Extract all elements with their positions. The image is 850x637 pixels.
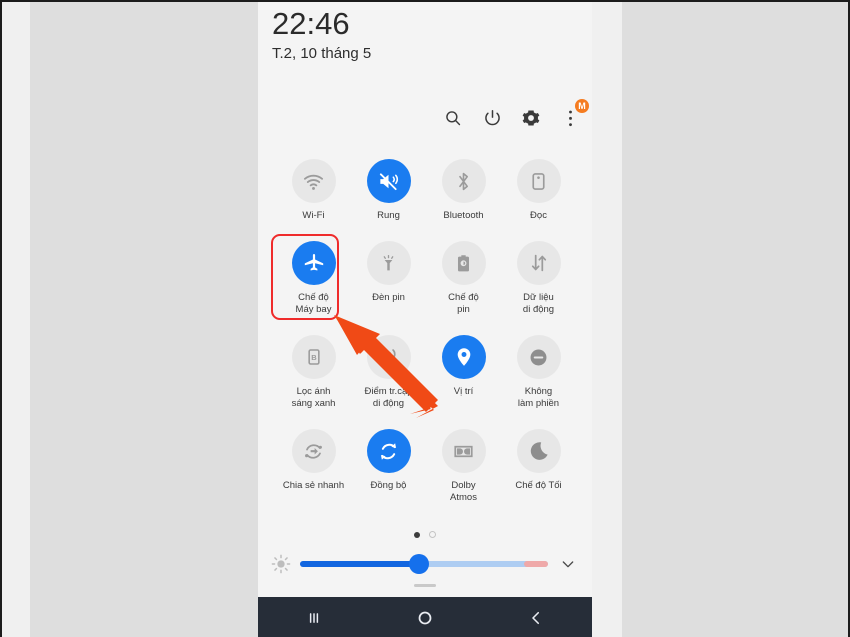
slider-extra-segment — [524, 561, 548, 567]
tile-circle — [516, 335, 561, 379]
tile-circle — [516, 159, 561, 203]
tile-circle — [516, 241, 561, 285]
tile-label: Wi-Fi — [302, 210, 325, 221]
page-indicator — [258, 531, 592, 538]
tile-label: Dữ liệu di động — [522, 292, 555, 315]
slider-thumb[interactable] — [409, 554, 430, 574]
page-dot-active[interactable] — [414, 531, 420, 538]
notification-badge: M — [575, 99, 589, 113]
tile-blue-light-filter[interactable]: B Lọc ánh sáng xanh — [276, 328, 351, 410]
panel-drag-handle[interactable] — [414, 584, 436, 587]
svg-text:B: B — [311, 353, 317, 362]
tile-mobile-hotspot[interactable]: Điểm tr.cập di động — [351, 328, 426, 410]
recents-button[interactable] — [258, 597, 369, 637]
reading-mode-icon — [532, 172, 545, 190]
tile-do-not-disturb[interactable]: Không làm phiền — [501, 328, 576, 410]
blue-light-filter-icon: B — [307, 349, 320, 365]
airplane-icon — [304, 254, 323, 271]
tile-reading-mode[interactable]: Đọc — [501, 152, 576, 222]
search-icon[interactable] — [443, 108, 463, 128]
vibrate-icon — [379, 172, 399, 190]
tile-label: Chế độ Tối — [515, 480, 562, 491]
back-chevron-icon — [532, 611, 540, 625]
dolby-atmos-icon — [454, 445, 473, 457]
phone-screen: 22:46 T.2, 10 tháng 5 M Wi-Fi Rung Bluet… — [258, 2, 592, 637]
dark-mode-moon-icon — [530, 442, 548, 460]
tile-circle — [516, 429, 561, 473]
tile-circle — [366, 429, 411, 473]
clock-date: T.2, 10 tháng 5 — [272, 45, 372, 62]
tile-circle — [291, 429, 336, 473]
tile-sync[interactable]: Đồng bộ — [351, 422, 426, 504]
tile-quick-share[interactable]: Chia sẻ nhanh — [276, 422, 351, 504]
tile-circle — [366, 241, 411, 285]
tile-label: Điểm tr.cập di động — [364, 386, 413, 409]
tile-label: Bluetooth — [443, 210, 484, 221]
battery-saver-icon — [457, 254, 470, 271]
power-icon[interactable] — [482, 108, 502, 128]
tile-label: Chế độ Máy bay — [295, 292, 332, 315]
tile-label: Dolby Atmos — [450, 480, 477, 503]
tile-circle — [441, 159, 486, 203]
more-options-icon[interactable]: M — [560, 99, 589, 128]
brightness-slider[interactable] — [300, 554, 548, 574]
tile-circle — [441, 241, 486, 285]
letterbox-right — [592, 2, 622, 637]
tile-battery-saver[interactable]: Chế độ pin — [426, 234, 501, 316]
clock-time: 22:46 — [272, 6, 350, 41]
home-button[interactable] — [369, 597, 480, 637]
tile-airplane-mode[interactable]: Chế độ Máy bay — [271, 234, 351, 320]
chevron-down-icon[interactable] — [558, 554, 578, 574]
hotspot-icon — [381, 349, 396, 365]
brightness-icon — [270, 553, 292, 575]
page-dot[interactable] — [429, 531, 436, 538]
slider-fill — [300, 561, 420, 567]
tile-circle — [291, 159, 336, 203]
back-button[interactable] — [481, 597, 592, 637]
tile-circle — [366, 159, 411, 203]
letterbox-left — [2, 2, 30, 637]
tile-label: Đồng bộ — [370, 480, 407, 491]
screenshot-canvas: 22:46 T.2, 10 tháng 5 M Wi-Fi Rung Bluet… — [0, 0, 850, 637]
quick-share-icon — [305, 443, 322, 459]
tile-label: Vị trí — [453, 386, 474, 397]
tile-label: Lọc ánh sáng xanh — [291, 386, 336, 409]
clock-block: 22:46 T.2, 10 tháng 5 — [272, 6, 371, 64]
tile-vibrate[interactable]: Rung — [351, 152, 426, 222]
tile-label: Rung — [377, 210, 400, 221]
navigation-bar — [258, 597, 592, 637]
tile-dark-mode[interactable]: Chế độ Tối — [501, 422, 576, 504]
tile-grid: Wi-Fi Rung Bluetooth Đọc Chế độ Máy bay … — [271, 152, 576, 504]
gear-icon[interactable] — [521, 108, 541, 128]
tile-bluetooth[interactable]: Bluetooth — [426, 152, 501, 222]
flashlight-icon — [383, 254, 394, 270]
sync-icon — [380, 442, 397, 460]
tile-label: Đèn pin — [372, 292, 405, 303]
tile-circle: B — [291, 335, 336, 379]
tile-mobile-data[interactable]: Dữ liệu di động — [501, 234, 576, 316]
recents-icon — [309, 613, 318, 623]
tile-dolby-atmos[interactable]: Dolby Atmos — [426, 422, 501, 504]
tile-circle — [366, 335, 411, 379]
wifi-icon — [303, 174, 324, 190]
bluetooth-icon — [459, 172, 469, 190]
tile-circle — [291, 241, 336, 285]
tile-label: Chia sẻ nhanh — [282, 480, 345, 491]
tile-label: Đọc — [530, 210, 547, 221]
tile-label: Không làm phiền — [517, 386, 560, 409]
header-icon-row: M — [443, 99, 589, 128]
location-pin-icon — [457, 348, 470, 366]
mobile-data-icon — [531, 254, 546, 272]
home-circle-icon — [418, 611, 432, 625]
do-not-disturb-icon — [530, 349, 547, 365]
brightness-row — [270, 550, 582, 578]
tile-circle — [441, 429, 486, 473]
tile-circle — [441, 335, 486, 379]
tile-label: Chế độ pin — [448, 292, 479, 315]
tile-flashlight[interactable]: Đèn pin — [351, 234, 426, 316]
tile-wifi[interactable]: Wi-Fi — [276, 152, 351, 222]
quick-settings-panel: 22:46 T.2, 10 tháng 5 M Wi-Fi Rung Bluet… — [258, 2, 592, 599]
tile-location[interactable]: Vị trí — [426, 328, 501, 410]
